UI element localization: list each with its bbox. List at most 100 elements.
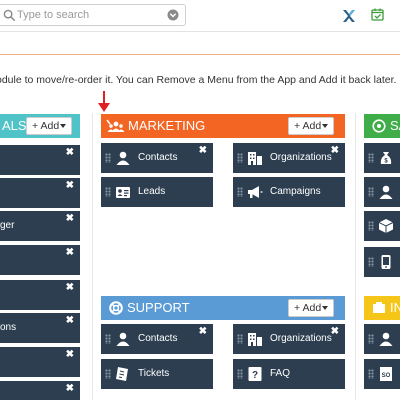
instruction-text: odule to move/re-order it. You can Remov…	[0, 74, 397, 86]
svg-text:SO: SO	[382, 373, 391, 379]
sales-order-icon: SO	[380, 367, 392, 381]
tile-label: FAQ	[270, 368, 291, 379]
top-bar	[0, 0, 400, 32]
panel-header-sales: SA	[364, 114, 400, 138]
campaigns-icon	[248, 186, 263, 198]
tile-label: ons	[0, 322, 17, 333]
tickets-icon	[116, 367, 128, 381]
cart-icon	[373, 302, 385, 313]
panel-header-marketing: MARKETING + Add	[101, 114, 345, 138]
menu-tile-organizations[interactable]: Organizations ✖	[233, 143, 345, 173]
panel-header-inventory: IN	[364, 296, 400, 320]
drag-handle-icon[interactable]	[237, 334, 243, 344]
drag-handle-icon[interactable]	[105, 153, 111, 163]
menu-tile[interactable]	[364, 324, 400, 354]
menu-tile[interactable]: ✖	[0, 381, 80, 400]
menu-tile[interactable]: $	[364, 143, 400, 173]
menu-tile-faq[interactable]: ? FAQ	[233, 359, 345, 389]
remove-icon[interactable]: ✖	[331, 146, 339, 156]
menu-tile-contacts[interactable]: Contacts ✖	[101, 143, 213, 173]
menu-tile[interactable]: ✖	[0, 347, 80, 377]
drag-handle-icon[interactable]	[368, 153, 374, 163]
remove-icon[interactable]: ✖	[199, 146, 207, 156]
menu-tile[interactable]: ger ✖	[0, 211, 80, 241]
menu-tile[interactable]	[364, 177, 400, 207]
menu-tile[interactable]: ✖	[0, 280, 80, 310]
menu-tile[interactable]: ons ✖	[0, 313, 80, 343]
drag-handle-icon[interactable]	[368, 221, 374, 231]
money-bag-icon: $	[380, 152, 392, 165]
menu-tile-tickets[interactable]: Tickets	[101, 359, 213, 389]
remove-icon[interactable]: ✖	[331, 327, 339, 337]
global-search[interactable]	[0, 4, 186, 26]
drag-handle-icon[interactable]	[105, 369, 111, 379]
contacts-icon	[116, 332, 130, 346]
tile-label: Campaigns	[270, 186, 321, 197]
chevron-down-icon[interactable]	[167, 9, 179, 21]
menu-tile[interactable]: ✖	[0, 145, 80, 175]
calendar-check-icon[interactable]	[371, 8, 384, 21]
column-separator	[355, 113, 356, 400]
remove-icon[interactable]: ✖	[66, 316, 74, 326]
panel-title: IN	[390, 300, 400, 315]
tile-label: Organizations	[270, 152, 332, 163]
drag-handle-icon[interactable]	[105, 187, 111, 197]
drag-handle-icon[interactable]	[237, 187, 243, 197]
menu-tile-campaigns[interactable]: Campaigns	[233, 177, 345, 207]
drag-handle-icon[interactable]	[368, 257, 374, 267]
add-button-label: + Add	[32, 120, 60, 132]
drag-handle-icon[interactable]	[105, 334, 111, 344]
drag-handle-icon[interactable]	[368, 187, 374, 197]
menu-tile[interactable]: ✖	[0, 178, 80, 208]
remove-icon[interactable]: ✖	[66, 248, 74, 258]
remove-icon[interactable]: ✖	[66, 148, 74, 158]
drag-handle-icon[interactable]	[237, 369, 243, 379]
marketing-icon	[106, 119, 125, 132]
remove-icon[interactable]: ✖	[66, 181, 74, 191]
remove-icon[interactable]: ✖	[66, 283, 74, 293]
remove-icon[interactable]: ✖	[199, 327, 207, 337]
svg-text:?: ?	[252, 370, 258, 381]
menu-tile[interactable]	[364, 211, 400, 241]
add-menu-button[interactable]: + Add	[288, 299, 335, 317]
remove-icon[interactable]: ✖	[66, 214, 74, 224]
drag-handle-icon[interactable]	[368, 334, 374, 344]
tile-label: Tickets	[138, 368, 170, 379]
caret-down-icon	[322, 124, 329, 129]
add-menu-button[interactable]: + Add	[288, 117, 335, 135]
tile-label: Leads	[138, 186, 166, 197]
search-icon	[3, 9, 16, 22]
target-icon	[372, 119, 386, 133]
contacts-icon	[379, 185, 393, 199]
box-icon	[378, 219, 394, 233]
tile-label: Contacts	[138, 333, 178, 344]
panel-title: SA	[390, 118, 400, 133]
mobile-icon	[381, 255, 391, 269]
add-button-label: + Add	[294, 120, 322, 132]
menu-tile[interactable]: ✖	[0, 245, 80, 275]
search-input[interactable]	[17, 7, 157, 23]
menu-tile[interactable]	[364, 247, 400, 277]
remove-icon[interactable]: ✖	[66, 384, 74, 394]
faq-icon: ?	[248, 367, 262, 381]
remove-icon[interactable]: ✖	[66, 350, 74, 360]
menu-tile-leads[interactable]: Leads	[101, 177, 213, 207]
menu-tile-organizations[interactable]: Organizations ✖	[233, 324, 345, 354]
red-arrow-icon	[98, 91, 110, 112]
app-switch-icon[interactable]	[341, 8, 357, 24]
drag-handle-icon[interactable]	[368, 369, 374, 379]
panel-header-support: SUPPORT + Add	[101, 296, 345, 320]
panel-title: SUPPORT	[127, 300, 190, 315]
tile-label: Organizations	[270, 333, 332, 344]
organizations-icon	[248, 152, 262, 165]
panel-header-essentials: ALS + Add	[0, 114, 80, 138]
menu-tile[interactable]: SO	[364, 359, 400, 389]
drag-handle-icon[interactable]	[237, 153, 243, 163]
organizations-icon	[248, 333, 262, 346]
header-divider	[0, 54, 400, 55]
menu-tile-contacts[interactable]: Contacts ✖	[101, 324, 213, 354]
add-menu-button[interactable]: + Add	[26, 117, 73, 135]
contacts-icon	[116, 151, 130, 165]
tile-label: ger	[0, 220, 15, 231]
add-button-label: + Add	[294, 302, 322, 314]
